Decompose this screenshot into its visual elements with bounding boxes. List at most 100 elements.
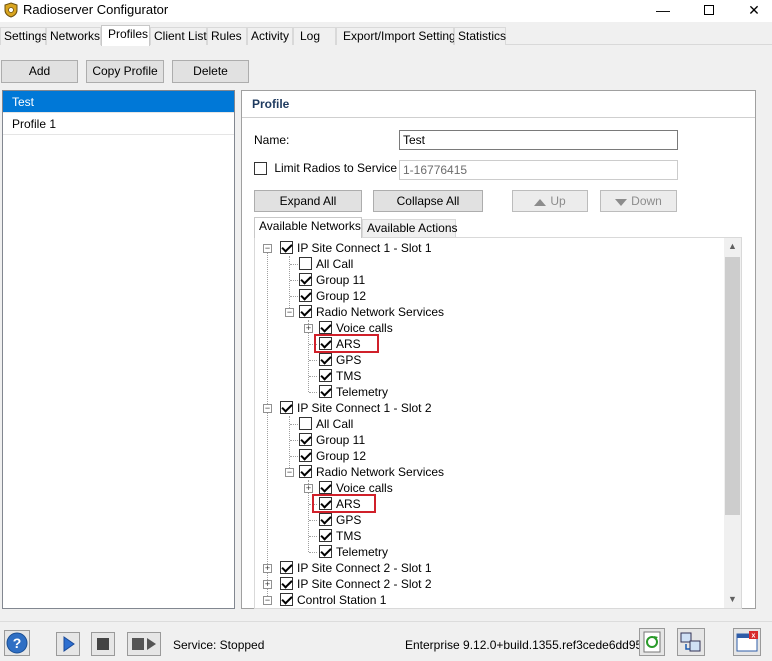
tree-line: [290, 440, 298, 441]
collapse-toggle[interactable]: −: [285, 468, 294, 477]
tree-node-label: IP Site Connect 1 - Slot 1: [297, 241, 432, 255]
tree-node-tms[interactable]: TMS: [319, 368, 361, 384]
tree-checkbox[interactable]: [280, 241, 293, 254]
tree-node-site1[interactable]: IP Site Connect 1 - Slot 1: [280, 240, 432, 256]
add-button[interactable]: Add: [1, 60, 78, 83]
maximize-button[interactable]: [686, 0, 732, 22]
tree-checkbox[interactable]: [280, 577, 293, 590]
tree-node-telemetry[interactable]: Telemetry: [319, 544, 388, 560]
down-button[interactable]: Down: [600, 190, 677, 212]
tree-checkbox[interactable]: [319, 529, 332, 542]
tree-checkbox[interactable]: [280, 593, 293, 606]
expand-toggle[interactable]: +: [263, 564, 272, 573]
tree-node-site4[interactable]: IP Site Connect 2 - Slot 2: [280, 576, 432, 592]
close-button[interactable]: ✕: [731, 0, 772, 22]
restart-icon: [132, 638, 156, 650]
tree-checkbox[interactable]: [319, 353, 332, 366]
tree-node-all-call[interactable]: All Call: [299, 416, 353, 432]
tree-node-gps[interactable]: GPS: [319, 352, 361, 368]
delete-button[interactable]: Delete: [172, 60, 249, 83]
status-bar: ? Service: Stopped Enterprise 9.12.0+bui…: [0, 621, 772, 661]
tree-line: [290, 280, 298, 281]
transfer-button[interactable]: [677, 628, 705, 656]
tree-node-rns[interactable]: Radio Network Services: [299, 304, 444, 320]
collapse-toggle[interactable]: −: [263, 596, 272, 605]
limit-radios-row[interactable]: Limit Radios to Service: [254, 160, 397, 176]
tree-node-site2[interactable]: IP Site Connect 1 - Slot 2: [280, 400, 432, 416]
tab-rules[interactable]: Rules: [207, 27, 247, 45]
ars-highlight-box: [314, 334, 379, 353]
collapse-toggle[interactable]: −: [263, 404, 272, 413]
tree-line: [290, 456, 298, 457]
profiles-list[interactable]: Test Profile 1: [2, 90, 235, 609]
scroll-thumb[interactable]: [725, 257, 740, 515]
tab-activity[interactable]: Activity: [247, 27, 293, 45]
exit-button[interactable]: x: [733, 628, 761, 656]
minimize-button[interactable]: —: [640, 0, 686, 22]
tree-checkbox[interactable]: [319, 369, 332, 382]
tree-node-all-call[interactable]: All Call: [299, 256, 353, 272]
tab-client-list[interactable]: Client List: [150, 27, 207, 45]
tab-available-actions[interactable]: Available Actions: [362, 219, 458, 237]
tab-settings[interactable]: Settings: [0, 27, 47, 45]
tree-node-group11[interactable]: Group 11: [299, 432, 365, 448]
copy-profile-button[interactable]: Copy Profile: [86, 60, 164, 83]
tab-log[interactable]: Log: [293, 27, 336, 45]
tree-node-label: Group 11: [316, 273, 366, 287]
tab-export-import-settings[interactable]: Export/Import Settings: [336, 27, 462, 45]
tree-checkbox[interactable]: [299, 433, 312, 446]
tab-profiles[interactable]: Profiles: [101, 25, 150, 46]
tree-node-tms[interactable]: TMS: [319, 528, 361, 544]
limit-radios-input[interactable]: 1-16776415: [399, 160, 678, 180]
tab-statistics[interactable]: Statistics: [454, 27, 506, 45]
expand-toggle[interactable]: +: [304, 324, 313, 333]
tree-checkbox[interactable]: [280, 401, 293, 414]
help-icon[interactable]: ?: [4, 630, 30, 656]
limit-radios-checkbox[interactable]: [254, 162, 267, 176]
stop-service-button[interactable]: [91, 632, 115, 656]
tree-node-label: All Call: [316, 417, 354, 431]
scroll-down-icon[interactable]: ▼: [724, 591, 741, 608]
tree-scrollbar[interactable]: ▲ ▼: [724, 238, 741, 608]
tree-node-gps[interactable]: GPS: [319, 512, 361, 528]
list-item[interactable]: Test: [3, 91, 234, 113]
restart-service-button[interactable]: [127, 632, 161, 656]
tree-node-group12[interactable]: Group 12: [299, 448, 366, 464]
tree-checkbox[interactable]: [280, 561, 293, 574]
tree-node-rns[interactable]: Radio Network Services: [299, 464, 444, 480]
tree-checkbox[interactable]: [319, 513, 332, 526]
expand-toggle[interactable]: +: [263, 580, 272, 589]
list-item[interactable]: Profile 1: [3, 113, 234, 135]
window-title: Radioserver Configurator: [23, 2, 169, 17]
tree-checkbox[interactable]: [299, 305, 312, 318]
expand-toggle[interactable]: +: [304, 484, 313, 493]
collapse-all-button[interactable]: Collapse All: [373, 190, 483, 212]
collapse-toggle[interactable]: −: [263, 244, 272, 253]
tree-checkbox[interactable]: [299, 465, 312, 478]
tree-checkbox[interactable]: [299, 273, 312, 286]
tree-checkbox[interactable]: [319, 321, 332, 334]
tree-checkbox[interactable]: [299, 417, 312, 430]
tab-networks[interactable]: Networks: [46, 27, 101, 45]
tree-checkbox[interactable]: [299, 257, 312, 270]
tab-available-networks[interactable]: Available Networks: [254, 217, 362, 238]
tree-checkbox[interactable]: [299, 449, 312, 462]
start-service-button[interactable]: [56, 632, 80, 656]
tree-checkbox[interactable]: [319, 481, 332, 494]
tree-checkbox[interactable]: [319, 385, 332, 398]
tree-node-site3[interactable]: IP Site Connect 2 - Slot 1: [280, 560, 432, 576]
expand-all-button[interactable]: Expand All: [254, 190, 362, 212]
tree-checkbox[interactable]: [319, 545, 332, 558]
scroll-up-icon[interactable]: ▲: [724, 238, 741, 255]
service-status: Service: Stopped: [173, 638, 265, 652]
up-button[interactable]: Up: [512, 190, 588, 212]
collapse-toggle[interactable]: −: [285, 308, 294, 317]
tree-node-group11[interactable]: Group 11: [299, 272, 365, 288]
tree-node-telemetry[interactable]: Telemetry: [319, 384, 388, 400]
tree-node-site5[interactable]: Control Station 1: [280, 592, 386, 608]
name-input[interactable]: Test: [399, 130, 678, 150]
tree-node-group12[interactable]: Group 12: [299, 288, 366, 304]
refresh-button[interactable]: [639, 628, 665, 656]
tree-checkbox[interactable]: [299, 289, 312, 302]
ars-highlight-box: [312, 494, 376, 513]
